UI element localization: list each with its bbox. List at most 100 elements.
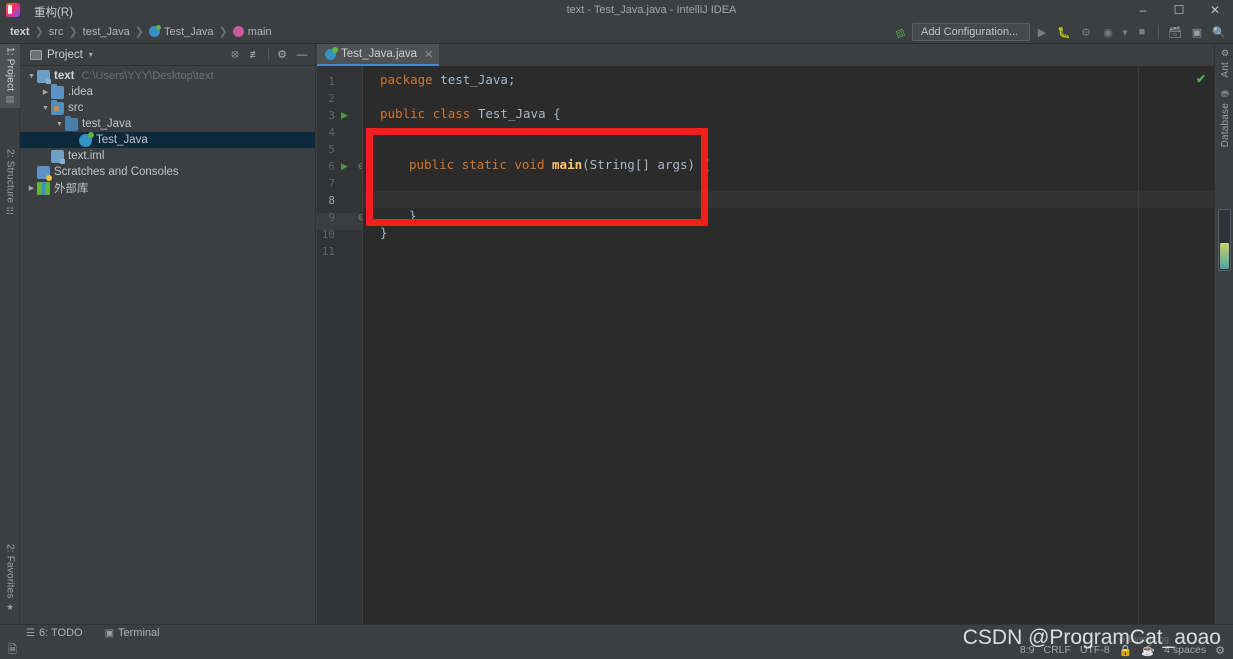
- breadcrumb-item-test_Java[interactable]: test_Java: [83, 26, 130, 38]
- code-line-10: }: [380, 224, 388, 241]
- add-configuration-label: Add Configuration...: [921, 26, 1019, 38]
- intellij-idea-window: 文件(F)编辑(E)视图(V)导航(N)代码(C)分析(Z)重构(R)构建(B)…: [0, 0, 1233, 659]
- maximize-icon[interactable]: ☐: [1161, 0, 1197, 20]
- run-gutter-icon[interactable]: ▶: [341, 110, 348, 121]
- right-tab-ant[interactable]: ⚙ Ant: [1215, 48, 1233, 78]
- code-token: {: [545, 106, 561, 121]
- caret-position[interactable]: 8:9: [1020, 644, 1035, 656]
- editor-tab-bar: Test_Java.java ✕: [317, 44, 1214, 66]
- right-margin-guide: [1138, 66, 1139, 624]
- event-log-icon[interactable]: 🗎: [8, 641, 17, 659]
- close-icon[interactable]: ✕: [1197, 0, 1233, 20]
- line-number-1: 1: [328, 75, 335, 88]
- right-tab-database[interactable]: ⛃ Database: [1215, 89, 1233, 147]
- editor-tab-label: Test_Java.java: [341, 48, 418, 60]
- breadcrumb-item-src[interactable]: src: [49, 26, 64, 38]
- project-panel-title: Project: [47, 48, 83, 61]
- chevron-right-icon[interactable]: ▶: [26, 184, 37, 192]
- line-number-4: 4: [328, 126, 335, 139]
- line-number-11: 11: [321, 245, 335, 258]
- project-structure-icon[interactable]: 🗃: [1165, 22, 1185, 42]
- tree-node-testjava[interactable]: ▶Test_Java: [20, 131, 315, 148]
- search-icon[interactable]: 🔍: [1209, 22, 1229, 42]
- code-text-area[interactable]: package test_Java; public class Test_Java…: [363, 66, 1214, 624]
- run-coverage-icon[interactable]: ⚙: [1076, 22, 1096, 42]
- window-controls: – ☐ ✕: [1125, 0, 1233, 20]
- memory-usage-fill: [1220, 243, 1229, 269]
- jdk-icon[interactable]: ☕: [1141, 644, 1155, 657]
- chevron-down-icon[interactable]: ▼: [54, 121, 65, 128]
- stop-icon[interactable]: ■: [1132, 22, 1152, 42]
- chevron-down-icon[interactable]: ▼: [40, 105, 51, 112]
- inspection-ok-check-icon[interactable]: ✔: [1196, 72, 1206, 86]
- tree-node-[interactable]: ▶ 外部库: [20, 180, 315, 196]
- ant-icon: ⚙: [1220, 48, 1230, 58]
- encoding[interactable]: UTF-8: [1080, 644, 1110, 656]
- close-icon[interactable]: ✕: [424, 48, 433, 61]
- run-icon[interactable]: ▶: [1032, 22, 1052, 42]
- minimize-icon[interactable]: –: [1125, 0, 1161, 20]
- line-number-8: 8: [328, 194, 335, 207]
- breadcrumb-label: src: [48, 25, 64, 38]
- indent-setting[interactable]: 4 spaces: [1164, 644, 1206, 656]
- left-tool-window-strip: 1: Project ▤ 2: Structure ☷ 2: Favorites ★: [0, 44, 20, 624]
- tree-node-label: .idea: [68, 86, 93, 98]
- tree-node-src[interactable]: ▼ src: [20, 99, 315, 116]
- build-hammer-icon[interactable]: ⧈: [887, 19, 913, 45]
- project-icon: ▤: [5, 94, 15, 105]
- chevron-down-icon[interactable]: ▾: [89, 50, 93, 59]
- editor-tab-test-java[interactable]: Test_Java.java ✕: [317, 44, 440, 66]
- code-token: package: [380, 72, 433, 87]
- left-tab-project[interactable]: 1: Project ▤: [0, 44, 20, 109]
- code-token: (: [582, 157, 590, 172]
- tree-node-text[interactable]: ▼ text C:\Users\YYY\Desktop\text: [20, 68, 315, 84]
- breadcrumb-item-text[interactable]: text: [10, 26, 30, 38]
- debug-icon[interactable]: 🐛: [1054, 22, 1074, 42]
- line-number-6: 6: [328, 160, 335, 173]
- chevron-down-icon[interactable]: ▾: [1120, 22, 1130, 42]
- code-line-3: public class Test_Java {: [380, 105, 561, 122]
- menu-item-6[interactable]: 重构(R): [28, 2, 82, 22]
- breadcrumb-item-main[interactable]: main: [232, 26, 272, 38]
- code-token: public: [380, 106, 426, 121]
- profile-icon[interactable]: ◉: [1098, 22, 1118, 42]
- settings-gear-icon[interactable]: ⚙: [273, 46, 291, 64]
- editor-gutter[interactable]: 1234567891011▶▶⊖⊖: [317, 66, 365, 624]
- memory-usage-widget[interactable]: [1218, 209, 1231, 271]
- bottom-tab-terminal[interactable]: ▣ Terminal: [105, 627, 160, 639]
- chevron-down-icon[interactable]: ▼: [26, 73, 37, 80]
- run-gutter-icon[interactable]: ▶: [341, 161, 348, 172]
- tree-node-label: text: [54, 70, 75, 82]
- code-token: main: [552, 157, 583, 172]
- collapse-all-icon[interactable]: ≢: [246, 46, 264, 64]
- tree-node-idea[interactable]: ▶ .idea: [20, 83, 315, 100]
- tree-node-textiml[interactable]: ▶text.iml: [20, 148, 315, 164]
- line-separator[interactable]: CRLF: [1044, 644, 1071, 656]
- hide-panel-icon[interactable]: —: [293, 46, 311, 64]
- code-line-6: public static void main(String[] args) {: [409, 156, 710, 173]
- module-file-icon: [51, 149, 65, 164]
- left-tab-structure[interactable]: 2: Structure ☷: [0, 149, 20, 217]
- right-tool-window-strip: ⚙ Ant ⛃ Database: [1214, 44, 1233, 624]
- tree-node-label: test_Java: [82, 118, 132, 130]
- add-configuration-button[interactable]: Add Configuration...: [912, 23, 1030, 41]
- tree-node-testjava[interactable]: ▼ test_Java: [20, 115, 315, 132]
- breadcrumb-item-Test_Java[interactable]: Test_Java: [148, 25, 214, 38]
- chevron-right-icon[interactable]: ▶: [40, 88, 51, 96]
- event-log-hint: ⊕ Event Log: [1118, 634, 1169, 644]
- code-token: Test_Java: [477, 106, 546, 121]
- toolbar-divider: [1158, 25, 1159, 39]
- line-number-2: 2: [328, 92, 335, 105]
- project-panel-actions: ⦻ ≢ ⚙ —: [226, 46, 311, 64]
- vcs-branch-icon[interactable]: ⚙: [1215, 644, 1225, 657]
- left-tab-favorites[interactable]: 2: Favorites ★: [0, 544, 20, 613]
- java-method-icon: [232, 26, 244, 37]
- code-token: String: [589, 157, 635, 172]
- tree-node-scratchesandconsoles[interactable]: ▶Scratches and Consoles: [20, 164, 315, 181]
- lock-icon[interactable]: 🔒: [1119, 644, 1133, 657]
- locate-icon[interactable]: ⦻: [226, 46, 244, 64]
- terminal-icon[interactable]: ▣: [1187, 22, 1207, 42]
- bottom-tab-todo[interactable]: ☰ 6: TODO: [26, 627, 83, 639]
